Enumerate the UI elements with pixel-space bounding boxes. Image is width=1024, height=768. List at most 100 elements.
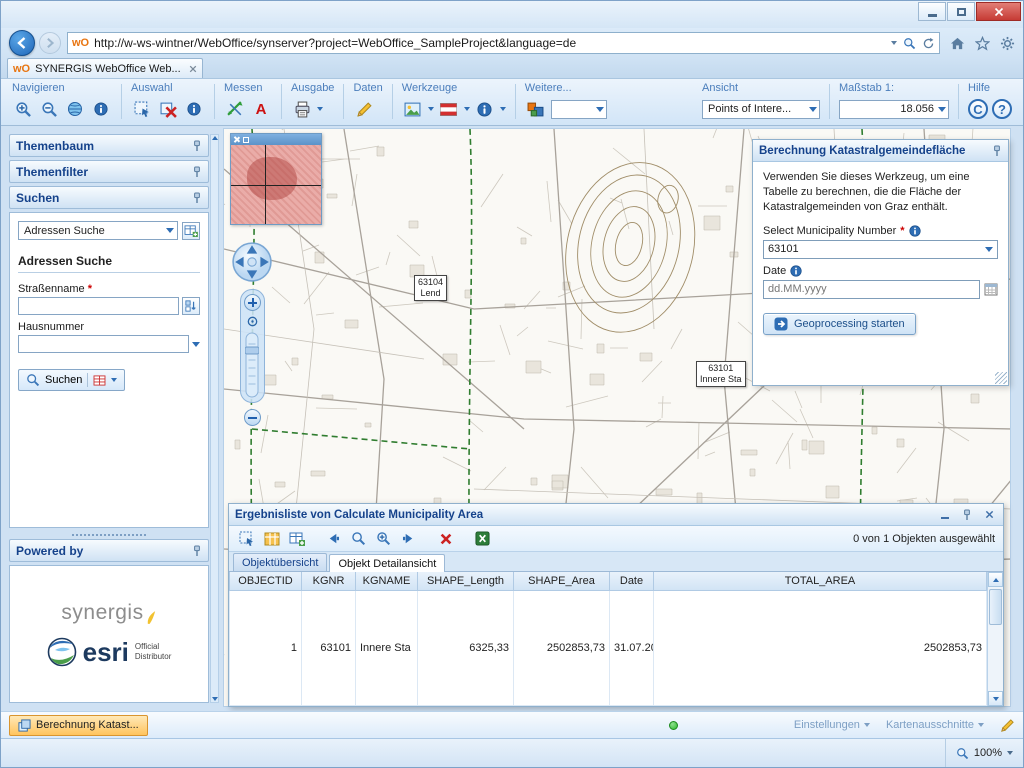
browser-back-button[interactable] bbox=[9, 30, 35, 56]
results-scrollbar[interactable] bbox=[987, 572, 1003, 706]
results-header[interactable]: Ergebnisliste von Calculate Municipality… bbox=[229, 504, 1003, 526]
scale-select[interactable]: 18.056 bbox=[839, 100, 949, 119]
pan-compass[interactable] bbox=[231, 241, 273, 283]
tool-window-header[interactable]: Berechnung Katastralgemeindefläche bbox=[753, 140, 1008, 162]
column-header[interactable]: TOTAL_AREA bbox=[654, 572, 987, 590]
browser-tab[interactable]: wO SYNERGIS WebOffice Web... bbox=[7, 58, 203, 78]
municipality-select[interactable]: 63101 bbox=[763, 240, 998, 259]
browser-zoom-control[interactable]: 100% bbox=[945, 739, 1013, 767]
house-number-dropdown-icon[interactable] bbox=[192, 342, 200, 347]
edit-data-tool[interactable] bbox=[353, 98, 375, 120]
calendar-icon[interactable] bbox=[984, 282, 998, 296]
help-button[interactable]: ? bbox=[992, 99, 1012, 119]
window-close-button[interactable] bbox=[976, 2, 1021, 21]
geoprocessing-start-button[interactable]: Geoprocessing starten bbox=[763, 313, 916, 335]
tab-close-icon[interactable] bbox=[189, 65, 197, 73]
info-icon[interactable] bbox=[790, 265, 802, 277]
sidebar-scrollbar[interactable] bbox=[210, 134, 219, 703]
column-header[interactable]: SHAPE_Length bbox=[418, 572, 514, 590]
favorites-star-icon[interactable] bbox=[975, 36, 990, 51]
pin-icon[interactable] bbox=[192, 166, 202, 178]
zoom-all-objects-button[interactable] bbox=[374, 529, 393, 548]
scroll-up-icon[interactable] bbox=[212, 136, 218, 140]
flag-dropdown-icon[interactable] bbox=[464, 107, 470, 111]
attribute-table-button[interactable] bbox=[262, 529, 281, 548]
results-close-button[interactable] bbox=[981, 507, 997, 522]
select-features-tool[interactable] bbox=[131, 98, 153, 120]
autocomplete-dropdown-icon[interactable] bbox=[891, 41, 897, 45]
tab-objektuebersicht[interactable]: Objektübersicht bbox=[233, 553, 327, 571]
zoom-reset-icon[interactable] bbox=[246, 315, 259, 328]
pin-icon[interactable] bbox=[992, 145, 1002, 157]
house-number-input[interactable] bbox=[18, 335, 189, 353]
panel-header-themenfilter[interactable]: Themenfilter bbox=[9, 160, 209, 183]
window-titlebar[interactable] bbox=[1, 1, 1023, 28]
window-minimize-button[interactable] bbox=[918, 2, 946, 21]
zoom-out-button[interactable] bbox=[244, 409, 261, 426]
address-bar[interactable]: wO http://w-ws-wintner/WebOffice/synserv… bbox=[67, 32, 940, 54]
context-help-button[interactable]: C bbox=[968, 99, 988, 119]
navigate-info-tool[interactable] bbox=[90, 98, 112, 120]
info-icon[interactable] bbox=[909, 225, 921, 237]
overview-map[interactable] bbox=[230, 133, 322, 225]
column-header[interactable]: SHAPE_Area bbox=[514, 572, 610, 590]
more-tools-select[interactable] bbox=[551, 100, 607, 119]
pin-icon[interactable] bbox=[192, 545, 202, 557]
zoom-slider[interactable] bbox=[245, 332, 259, 398]
settings-gear-icon[interactable] bbox=[1000, 36, 1015, 51]
results-minimize-button[interactable] bbox=[937, 507, 953, 522]
measure-area-tool[interactable]: A bbox=[250, 98, 272, 120]
url-text[interactable]: http://w-ws-wintner/WebOffice/synserver?… bbox=[94, 36, 886, 50]
panel-header-themenbaum[interactable]: Themenbaum bbox=[9, 134, 209, 157]
window-maximize-button[interactable] bbox=[947, 2, 975, 21]
image-dropdown-icon[interactable] bbox=[428, 107, 434, 111]
search-options-dropdown-icon[interactable] bbox=[111, 378, 117, 382]
info-dropdown-icon[interactable] bbox=[500, 107, 506, 111]
overview-image[interactable] bbox=[231, 145, 321, 224]
task-button-berechnung[interactable]: Berechnung Katast... bbox=[9, 715, 148, 736]
panel-header-powered-by[interactable]: Powered by bbox=[9, 539, 209, 562]
scroll-down-icon[interactable] bbox=[212, 697, 218, 701]
search-type-select[interactable]: Adressen Suche bbox=[18, 221, 178, 240]
map-image-tool[interactable] bbox=[402, 98, 424, 120]
overview-close-icon[interactable] bbox=[233, 136, 240, 143]
scroll-thumb[interactable] bbox=[989, 589, 1002, 625]
column-header[interactable]: Date bbox=[610, 572, 654, 590]
more-tools-button[interactable] bbox=[525, 98, 547, 120]
scroll-down-button[interactable] bbox=[988, 691, 1003, 706]
clear-selection-tool[interactable] bbox=[157, 98, 179, 120]
add-table-button[interactable] bbox=[287, 529, 306, 548]
column-header[interactable]: KGNAME bbox=[356, 572, 418, 590]
resize-grip[interactable] bbox=[995, 372, 1007, 384]
column-header[interactable]: KGNR bbox=[302, 572, 356, 590]
panel-header-suchen[interactable]: Suchen bbox=[9, 186, 209, 209]
street-input[interactable] bbox=[18, 297, 179, 315]
street-lookup-button[interactable] bbox=[182, 297, 200, 315]
print-tool[interactable] bbox=[291, 98, 313, 120]
tab-objekt-detailansicht[interactable]: Objekt Detailansicht bbox=[329, 554, 445, 572]
search-icon[interactable] bbox=[903, 37, 916, 50]
results-pin-button[interactable] bbox=[959, 507, 975, 522]
manage-searches-button[interactable] bbox=[182, 222, 200, 240]
remove-results-button[interactable] bbox=[436, 529, 455, 548]
scroll-up-button[interactable] bbox=[988, 572, 1003, 587]
results-table[interactable]: OBJECTID KGNR KGNAME SHAPE_Length SHAPE_… bbox=[229, 572, 987, 706]
map-info-tool[interactable] bbox=[474, 98, 496, 120]
print-dropdown-icon[interactable] bbox=[317, 107, 323, 111]
redline-pencil-icon[interactable] bbox=[1000, 718, 1015, 733]
column-header[interactable]: OBJECTID bbox=[230, 572, 302, 590]
kartenausschnitte-menu[interactable]: Kartenausschnitte bbox=[886, 719, 984, 731]
home-icon[interactable] bbox=[950, 36, 965, 51]
date-input[interactable] bbox=[763, 280, 980, 299]
austria-basemap-tool[interactable] bbox=[438, 98, 460, 120]
next-object-button[interactable] bbox=[399, 529, 418, 548]
refresh-icon[interactable] bbox=[922, 37, 935, 50]
panel-splitter[interactable] bbox=[9, 530, 209, 539]
select-objects-button[interactable] bbox=[237, 529, 256, 548]
einstellungen-menu[interactable]: Einstellungen bbox=[794, 719, 870, 731]
pin-icon[interactable] bbox=[192, 192, 202, 204]
map-navigation-control[interactable] bbox=[232, 241, 272, 426]
excel-export-button[interactable] bbox=[473, 529, 492, 548]
previous-object-button[interactable] bbox=[324, 529, 343, 548]
zoom-to-object-button[interactable] bbox=[349, 529, 368, 548]
